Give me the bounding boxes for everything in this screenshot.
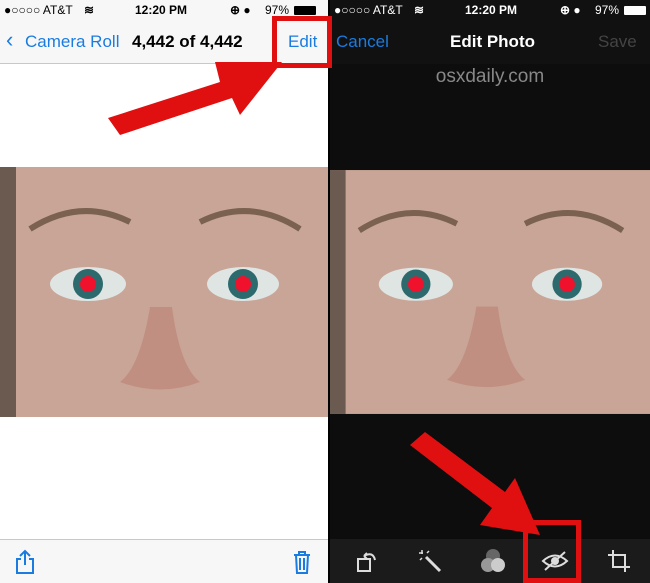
trash-icon[interactable] [287, 547, 317, 577]
arrow-to-red-eye [410, 432, 540, 535]
battery-percent: 97% [265, 3, 290, 17]
rotation-lock-icon: ⊕ ● [230, 3, 251, 17]
watermark: osxdaily.com [435, 66, 545, 87]
crop-icon[interactable] [604, 546, 634, 576]
page-title: Edit Photo [450, 32, 535, 51]
battery-icon [294, 6, 316, 15]
share-icon[interactable] [10, 547, 40, 577]
save-button[interactable]: Save [598, 32, 637, 52]
battery-icon [624, 6, 646, 15]
photo [330, 167, 650, 417]
wifi-icon: ≋ [84, 3, 95, 17]
nav-bar: Cancel Edit Photo Save [330, 20, 650, 64]
cancel-button[interactable]: Cancel [336, 32, 389, 52]
wifi-icon: ≋ [414, 3, 425, 17]
edit-toolbar [330, 539, 650, 583]
back-chevron-icon[interactable]: ‹ [6, 27, 13, 53]
battery-percent: 97% [595, 3, 620, 17]
auto-enhance-icon[interactable] [415, 546, 445, 576]
filters-icon[interactable] [478, 546, 508, 576]
time: 12:20 PM [135, 3, 188, 17]
carrier: ●○○○○ AT&T [334, 3, 403, 17]
photo[interactable] [0, 167, 328, 417]
rotate-icon[interactable] [352, 546, 382, 576]
bottom-toolbar [0, 539, 328, 583]
arrow-to-edit [108, 62, 282, 135]
carrier: ●○○○○ AT&T [4, 3, 73, 17]
rotation-lock-icon: ⊕ ● [560, 3, 581, 17]
time: 12:20 PM [465, 3, 518, 17]
status-bar: ●○○○○ AT&T ≋ 12:20 PM ⊕ ● 97% [330, 0, 650, 20]
